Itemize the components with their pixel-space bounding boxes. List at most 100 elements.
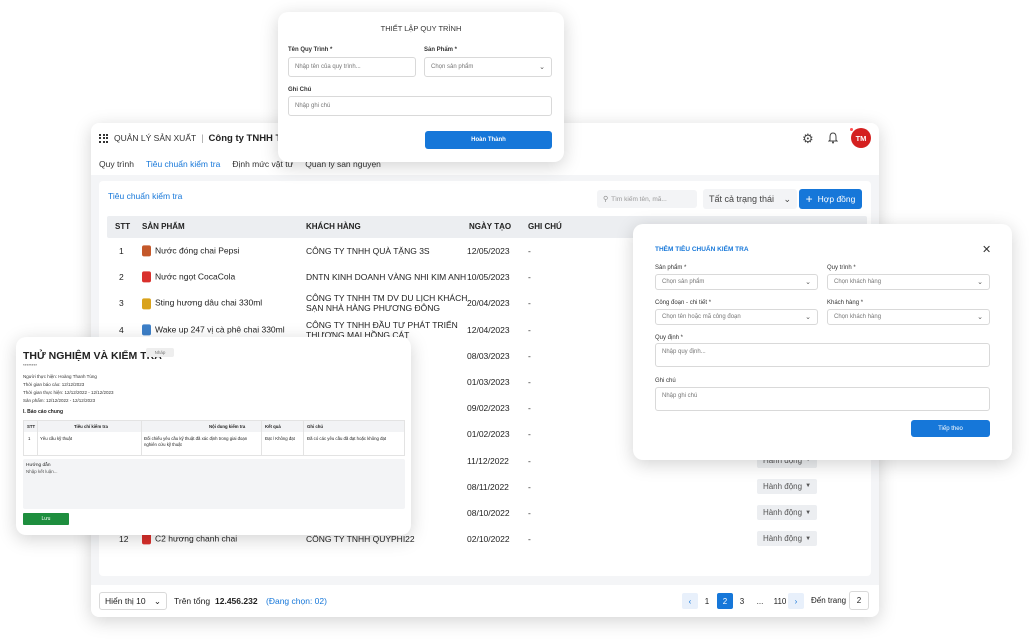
report-cell-note: Đã có các yêu cầu đã đạt hoặc không đạt [307, 436, 387, 441]
note-textarea[interactable]: Nhập ghi chú [655, 387, 990, 411]
report-info-line: Sản phẩm: 12/12/2022 - 12/12/2023 [23, 398, 96, 403]
action-dropdown[interactable]: Hành động ▼ [757, 478, 817, 494]
caret-down-icon: ▼ [805, 483, 812, 490]
col-note: GHI CHÚ [528, 222, 562, 231]
cell-date: 12/05/2023 [467, 246, 510, 256]
chevron-down-icon: ⌄ [539, 64, 545, 71]
cell-date: 08/10/2022 [467, 508, 510, 518]
cell-product: C2 hương chanh chai [142, 534, 237, 545]
cell-note: - [528, 377, 531, 387]
add-contract-button[interactable]: + Hợp đồng [799, 189, 862, 209]
report-cell-criteria: Yêu cầu kỹ thuật [40, 436, 73, 441]
draft-badge: Nháp [146, 348, 174, 357]
caret-down-icon: ▼ [805, 509, 812, 516]
bell-icon[interactable] [827, 131, 839, 144]
process-name-label: Tên Quy Trình * [288, 47, 333, 53]
next-page-button[interactable]: › [788, 593, 804, 609]
search-input[interactable]: ⚲ Tìm kiếm tên, mã... [597, 190, 697, 208]
report-col-result: Kết quả [265, 424, 281, 429]
total-label: Trên tổng [174, 596, 211, 606]
modal-title: THÊM TIÊU CHUẨN KIỂM TRA [655, 246, 749, 253]
cell-product: Wake up 247 vị cà phê chai 330ml [142, 324, 285, 336]
cell-product: Sting hương dâu chai 330ml [142, 298, 262, 310]
cell-note: - [528, 429, 531, 440]
status-filter-select[interactable]: Tất cả trạng thái ⌄ [703, 189, 797, 209]
report-info-line: Thời gian báo cáo: 12/12/2023 [23, 382, 85, 387]
guide-box[interactable]: Hướng dẫn Nhập kết luận... [23, 459, 405, 509]
product-select[interactable]: Chọn sản phẩm ⌄ [655, 274, 818, 290]
product-bottle-icon [142, 324, 151, 336]
cell-customer: CÔNG TY TNHH TM DV DU LỊCH KHÁCH SẠN NHÀ … [306, 293, 467, 313]
tab-inspection-standard[interactable]: Tiêu chuẩn kiểm tra [146, 159, 220, 169]
cell-note: - [528, 508, 531, 518]
cell-date: 09/02/2023 [467, 403, 510, 414]
cell-date: 08/03/2023 [467, 350, 510, 361]
report-table: STT Tiêu chí kiểm tra Nội dung kiểm tra … [23, 420, 405, 456]
selected-count: (Đang chọn: 02) [266, 596, 327, 606]
goto-label: Đến trang [811, 596, 847, 605]
close-icon[interactable]: ✕ [982, 243, 991, 256]
cell-customer-line2: SẠN NHÀ HÀNG PHƯƠNG ĐÔNG [306, 303, 441, 314]
cell-note: - [528, 272, 531, 283]
cell-stt: 12 [119, 534, 129, 545]
cell-customer: DNTN KINH DOANH VÀNG NHI KIM ANH [306, 272, 466, 282]
note-input[interactable]: Nhập ghi chú [288, 96, 552, 116]
process-select[interactable]: Chọn khách hàng ⌄ [827, 274, 990, 290]
customer-label: Khách hàng * [827, 300, 864, 306]
cell-date: 12/04/2023 [467, 324, 510, 335]
cell-product-name: C2 hương chanh chai [155, 533, 238, 544]
prev-page-button[interactable]: ‹ [682, 593, 698, 609]
apps-grid-icon[interactable] [99, 133, 108, 143]
report-code: ******** [23, 363, 38, 368]
next-button[interactable]: Tiếp theo [911, 420, 990, 437]
cell-product: Nước ngọt CocaCola [142, 272, 235, 283]
page-size-select[interactable]: Hiển thị 10 ⌄ [99, 592, 167, 610]
avatar[interactable]: TM [851, 128, 871, 148]
cell-note: - [528, 403, 531, 414]
note-label: Ghi chú [655, 378, 676, 384]
stage-select[interactable]: Chọn tên hoặc mã công đoạn ⌄ [655, 309, 818, 325]
cell-note: - [528, 534, 531, 545]
cell-customer: CÔNG TY TNHH QUYPHI22 [306, 534, 415, 544]
tab-process[interactable]: Quy trình [99, 159, 134, 169]
module-title: QUẢN LÝ SẢN XUẤT [114, 133, 197, 143]
report-col-stt: STT [27, 424, 36, 429]
complete-button[interactable]: Hoàn Thành [425, 131, 552, 149]
chevron-down-icon: ⌄ [805, 314, 811, 321]
action-dropdown[interactable]: Hành động ▼ [757, 531, 817, 547]
title-separator: | [201, 133, 204, 143]
product-bottle-icon [142, 298, 151, 310]
cell-note: - [528, 298, 531, 309]
chevron-down-icon: ⌄ [805, 279, 811, 286]
goto-page-input[interactable]: 2 [849, 591, 869, 610]
gear-icon[interactable]: ⚙ [802, 131, 814, 147]
report-title: THỬ NGHIỆM VÀ KIỂM TRA [23, 350, 162, 362]
page-3[interactable]: 3 [734, 593, 750, 609]
report-info: Người thực hiện: Hoàng Thanh Tùng Thời gi… [23, 373, 114, 405]
product-bottle-icon [142, 271, 151, 283]
product-select[interactable]: Chọn sản phẩm ⌄ [424, 57, 552, 77]
cell-customer-line1: CÔNG TY TNHH QUÀ TẶNG 3S [306, 246, 430, 256]
total-value: 12.456.232 [215, 596, 258, 606]
cell-note: - [528, 246, 531, 256]
col-customer: KHÁCH HÀNG [306, 222, 361, 231]
page-110[interactable]: 110 [770, 593, 790, 609]
rule-textarea[interactable]: Nhập quy định... [655, 343, 990, 367]
col-stt: STT [115, 222, 131, 231]
save-button[interactable]: Lưu [23, 513, 69, 525]
cell-note: - [528, 481, 531, 492]
report-info-line: Người thực hiện: Hoàng Thanh Tùng [23, 374, 97, 379]
process-name-input[interactable]: Nhập tên của quy trình... [288, 57, 416, 77]
report-col-criteria: Tiêu chí kiểm tra [74, 424, 108, 429]
page-1[interactable]: 1 [699, 593, 715, 609]
col-product: SẢN PHẨM [142, 222, 185, 231]
action-dropdown[interactable]: Hành động ▼ [757, 505, 817, 520]
product-bottle-icon [142, 533, 151, 545]
cell-stt: 1 [119, 246, 124, 256]
cell-date: 01/03/2023 [467, 377, 510, 387]
panel-title: Tiêu chuẩn kiểm tra [108, 191, 183, 201]
caret-down-icon: ▼ [805, 535, 812, 542]
cell-product-name: Nước đóng chai Pepsi [155, 245, 240, 256]
customer-select[interactable]: Chọn khách hàng ⌄ [827, 309, 990, 325]
page-2[interactable]: 2 [717, 593, 733, 609]
